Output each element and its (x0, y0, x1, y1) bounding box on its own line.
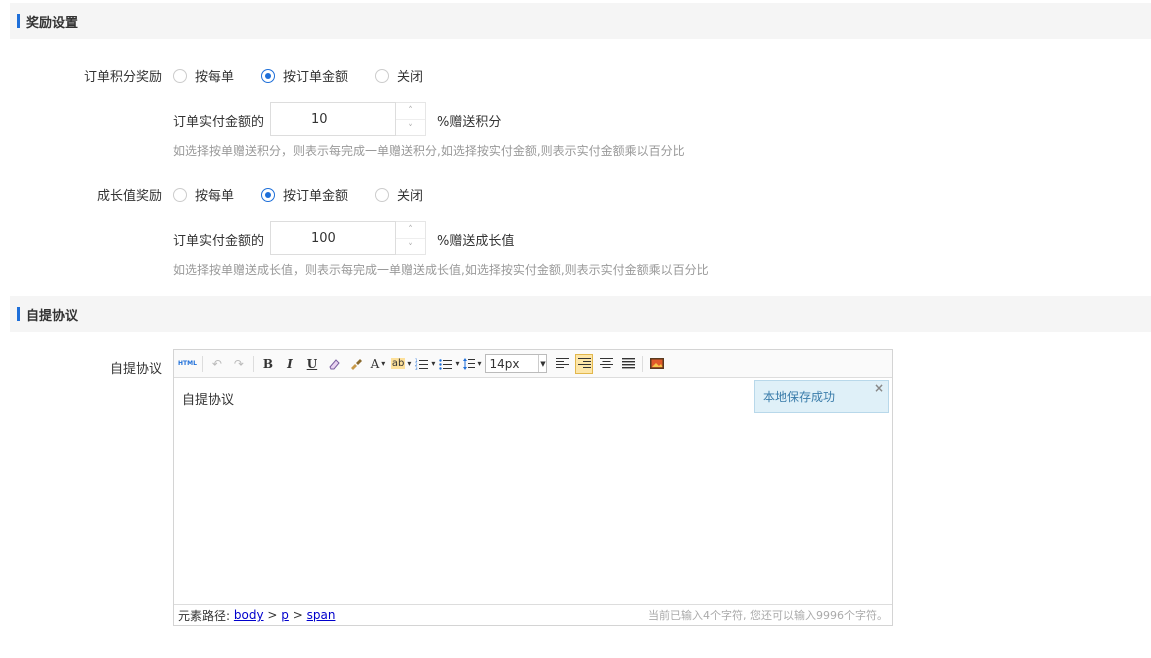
up-arrow-icon[interactable]: ˄ (396, 222, 425, 239)
radio-growth-per-order[interactable]: 按每单 (173, 185, 234, 204)
radio-circle (375, 187, 389, 202)
font-color-button[interactable]: A ▾ (369, 354, 387, 374)
growth-spinner: ˄ ˅ (396, 221, 426, 255)
svg-text:3: 3 (415, 366, 418, 370)
line-height-button[interactable]: ▾ (463, 354, 481, 374)
editor-text: 自提协议 (182, 393, 235, 408)
radio-growth-off[interactable]: 关闭 (375, 185, 423, 204)
redo-icon[interactable]: ↷ (230, 354, 248, 374)
growth-suffix: %赠送成长值 (437, 234, 515, 249)
path-link-body[interactable]: body (234, 608, 264, 622)
radio-label: 按订单金额 (283, 189, 349, 204)
underline-button[interactable]: U (303, 354, 321, 374)
section-accent-bar (17, 14, 20, 28)
down-arrow-icon[interactable]: ˅ (396, 239, 425, 256)
section-accent-bar (17, 307, 20, 321)
radio-order-points-off[interactable]: 关闭 (375, 66, 423, 85)
save-success-toast: 本地保存成功 × (754, 380, 889, 413)
growth-label: 成长值奖励 (96, 189, 162, 204)
radio-order-points-by-amount[interactable]: 按订单金额 (261, 66, 348, 85)
char-counter: 当前已输入4个字符, 您还可以输入9996个字符。 (648, 609, 888, 622)
order-points-spinner: ˄ ˅ (396, 102, 426, 136)
path-separator: > (267, 608, 278, 622)
chevron-down-icon: ▼ (538, 355, 546, 372)
format-brush-icon[interactable] (347, 354, 365, 374)
radio-label: 按每单 (195, 70, 235, 85)
image-icon[interactable] (648, 354, 666, 374)
radio-order-points-per-order[interactable]: 按每单 (173, 66, 234, 85)
unordered-list-button[interactable]: ▾ (439, 354, 459, 374)
order-points-hint: 如选择按单赠送积分，则表示每完成一单赠送积分,如选择按实付金额,则表示实付金额乘… (173, 144, 685, 158)
unordered-list-icon (439, 358, 453, 370)
radio-circle-checked (261, 68, 275, 83)
highlight-glyph: ab (390, 358, 406, 369)
growth-amount-label: 订单实付金额的 (173, 234, 265, 249)
growth-hint: 如选择按单赠送成长值，则表示每完成一单赠送成长值,如选择按实付金额,则表示实付金… (173, 263, 709, 277)
eraser-icon[interactable] (325, 354, 343, 374)
align-right-icon[interactable] (575, 353, 594, 374)
radio-circle (173, 187, 187, 202)
ordered-list-icon: 123 (415, 358, 429, 370)
order-points-suffix: %赠送积分 (437, 115, 502, 130)
editor-statusbar: 元素路径: body > p > span 当前已输入4个字符, 您还可以输入9… (174, 604, 892, 625)
ordered-list-button[interactable]: 1 2 3 ▾ (415, 354, 435, 374)
reward-section-header: 奖励设置 (10, 3, 1151, 39)
font-size-select[interactable]: 14px ▼ (485, 354, 548, 373)
align-center-icon[interactable] (597, 354, 615, 374)
close-icon[interactable]: × (874, 381, 884, 395)
align-justify-icon[interactable] (619, 354, 637, 374)
down-arrow-icon[interactable]: ˅ (396, 120, 425, 137)
growth-percent-input[interactable]: 100 (270, 221, 396, 255)
undo-icon[interactable]: ↶ (208, 354, 226, 374)
radio-circle-checked (261, 187, 275, 202)
up-arrow-icon[interactable]: ˄ (396, 103, 425, 120)
path-link-p[interactable]: p (281, 608, 289, 622)
radio-growth-by-amount[interactable]: 按订单金额 (261, 185, 348, 204)
italic-button[interactable]: I (281, 354, 299, 374)
radio-label: 按订单金额 (283, 70, 349, 85)
radio-label: 关闭 (397, 70, 424, 85)
toolbar-separator (252, 355, 254, 372)
radio-label: 关闭 (397, 189, 424, 204)
toolbar-separator (201, 355, 203, 372)
toast-message: 本地保存成功 (763, 390, 836, 404)
section-title: 奖励设置 (26, 15, 79, 31)
element-path-label: 元素路径: (178, 608, 231, 623)
bold-button[interactable]: B (259, 354, 277, 374)
align-left-icon[interactable] (553, 354, 571, 374)
pickup-agreement-label: 自提协议 (109, 362, 162, 377)
order-points-amount-label: 订单实付金额的 (173, 115, 265, 130)
pickup-section-header: 自提协议 (10, 296, 1151, 332)
order-points-percent-input[interactable]: 10 (270, 102, 396, 136)
font-color-glyph: A (370, 356, 380, 371)
html-source-button[interactable]: HTML (178, 354, 197, 374)
toolbar-separator (642, 355, 644, 372)
highlight-button[interactable]: ab ▾ (390, 354, 411, 374)
radio-circle (375, 68, 389, 83)
rich-text-editor: HTML ↶ ↷ B I U A ▾ ab ▾ 1 2 3 ▾ ▾ ▾ 14px ▼ (173, 349, 893, 626)
order-points-label: 订单积分奖励 (83, 70, 162, 85)
radio-circle (173, 68, 187, 83)
section-title: 自提协议 (26, 308, 79, 324)
line-height-icon (463, 357, 476, 370)
editor-toolbar: HTML ↶ ↷ B I U A ▾ ab ▾ 1 2 3 ▾ ▾ ▾ 14px ▼ (174, 350, 892, 378)
path-link-span[interactable]: span (307, 608, 336, 622)
path-separator: > (292, 608, 303, 622)
radio-label: 按每单 (195, 189, 235, 204)
font-size-value: 14px (489, 356, 520, 371)
